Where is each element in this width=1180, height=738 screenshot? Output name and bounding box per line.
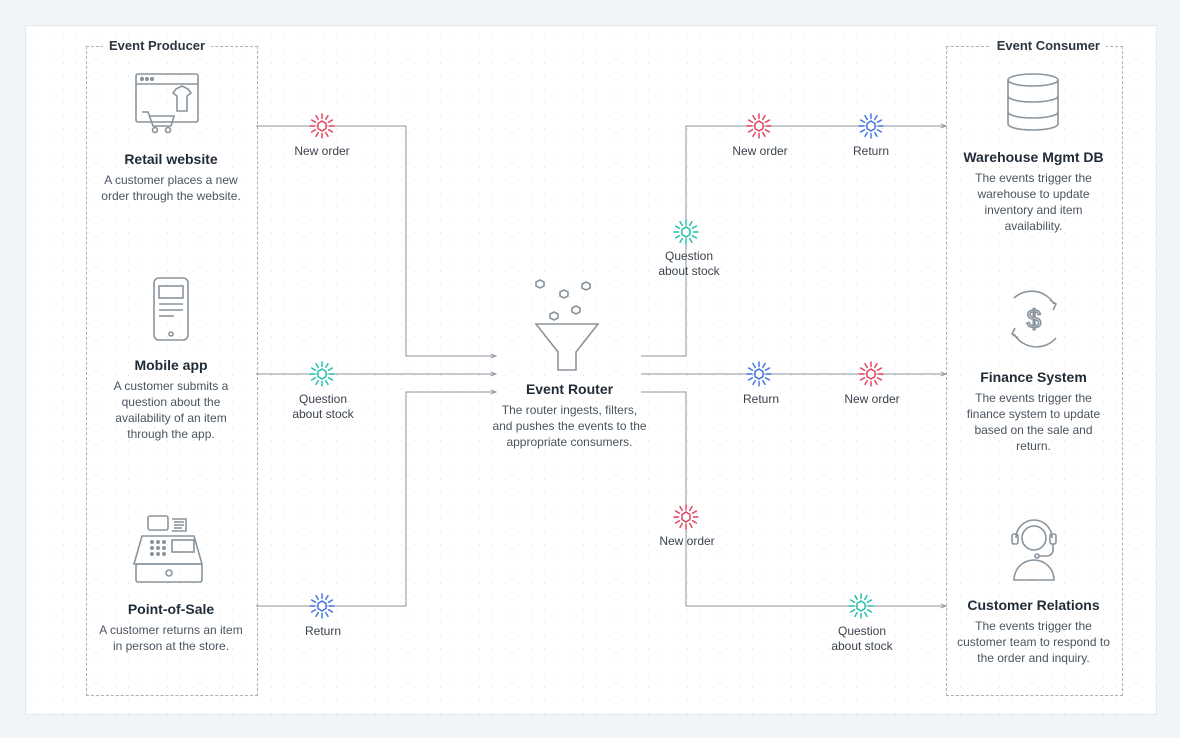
finance-node: $ Finance System The events trigger the … bbox=[956, 282, 1111, 455]
event-router-desc: The router ingests, filters, and pushes … bbox=[492, 402, 647, 451]
svg-text:$: $ bbox=[1027, 304, 1042, 334]
spark-icon bbox=[309, 361, 335, 387]
finance-cycle-icon: $ bbox=[956, 282, 1111, 364]
spark-icon bbox=[858, 361, 884, 387]
event-label: New order bbox=[720, 144, 800, 159]
event-label: Return bbox=[726, 392, 796, 407]
event-label: New order bbox=[832, 392, 912, 407]
event-label: Return bbox=[288, 624, 358, 639]
retail-website-desc: A customer places a new order through th… bbox=[96, 172, 246, 204]
event-producer-label: Event Producer bbox=[103, 38, 211, 53]
spark-icon bbox=[673, 219, 699, 245]
database-icon bbox=[956, 66, 1111, 144]
pos-node: Point-of-Sale A customer returns an item… bbox=[96, 510, 246, 654]
spark-icon bbox=[309, 593, 335, 619]
spark-icon bbox=[746, 361, 772, 387]
headset-person-icon bbox=[956, 512, 1111, 592]
mobile-app-icon bbox=[96, 272, 246, 352]
mobile-app-desc: A customer submits a question about the … bbox=[96, 378, 246, 443]
mobile-app-title: Mobile app bbox=[96, 357, 246, 374]
diagram-canvas: Event Producer Event Consumer bbox=[25, 25, 1157, 715]
pos-title: Point-of-Sale bbox=[96, 601, 246, 618]
funnel-icon bbox=[492, 276, 647, 376]
finance-title: Finance System bbox=[956, 369, 1111, 386]
event-router-node: Event Router The router ingests, filters… bbox=[492, 276, 647, 450]
mobile-app-node: Mobile app A customer submits a question… bbox=[96, 272, 246, 443]
cr-title: Customer Relations bbox=[956, 597, 1111, 614]
pos-desc: A customer returns an item in person at … bbox=[96, 622, 246, 654]
spark-icon bbox=[746, 113, 772, 139]
warehouse-node: Warehouse Mgmt DB The events trigger the… bbox=[956, 66, 1111, 235]
spark-icon bbox=[848, 593, 874, 619]
retail-website-icon bbox=[96, 66, 246, 146]
cash-register-icon bbox=[96, 510, 246, 596]
event-label: New order bbox=[282, 144, 362, 159]
event-label: Question about stock bbox=[816, 624, 908, 654]
finance-desc: The events trigger the finance system to… bbox=[956, 390, 1111, 455]
retail-website-node: Retail website A customer places a new o… bbox=[96, 66, 246, 204]
cr-desc: The events trigger the customer team to … bbox=[956, 618, 1111, 667]
warehouse-title: Warehouse Mgmt DB bbox=[956, 149, 1111, 166]
cr-node: Customer Relations The events trigger th… bbox=[956, 512, 1111, 666]
spark-icon bbox=[858, 113, 884, 139]
event-consumer-label: Event Consumer bbox=[991, 38, 1106, 53]
spark-icon bbox=[673, 504, 699, 530]
retail-website-title: Retail website bbox=[96, 151, 246, 168]
warehouse-desc: The events trigger the warehouse to upda… bbox=[956, 170, 1111, 235]
event-label: Question about stock bbox=[644, 249, 734, 279]
spark-icon bbox=[309, 113, 335, 139]
event-label: Return bbox=[836, 144, 906, 159]
event-label: Question about stock bbox=[278, 392, 368, 422]
event-label: New order bbox=[646, 534, 728, 549]
event-router-title: Event Router bbox=[492, 381, 647, 398]
